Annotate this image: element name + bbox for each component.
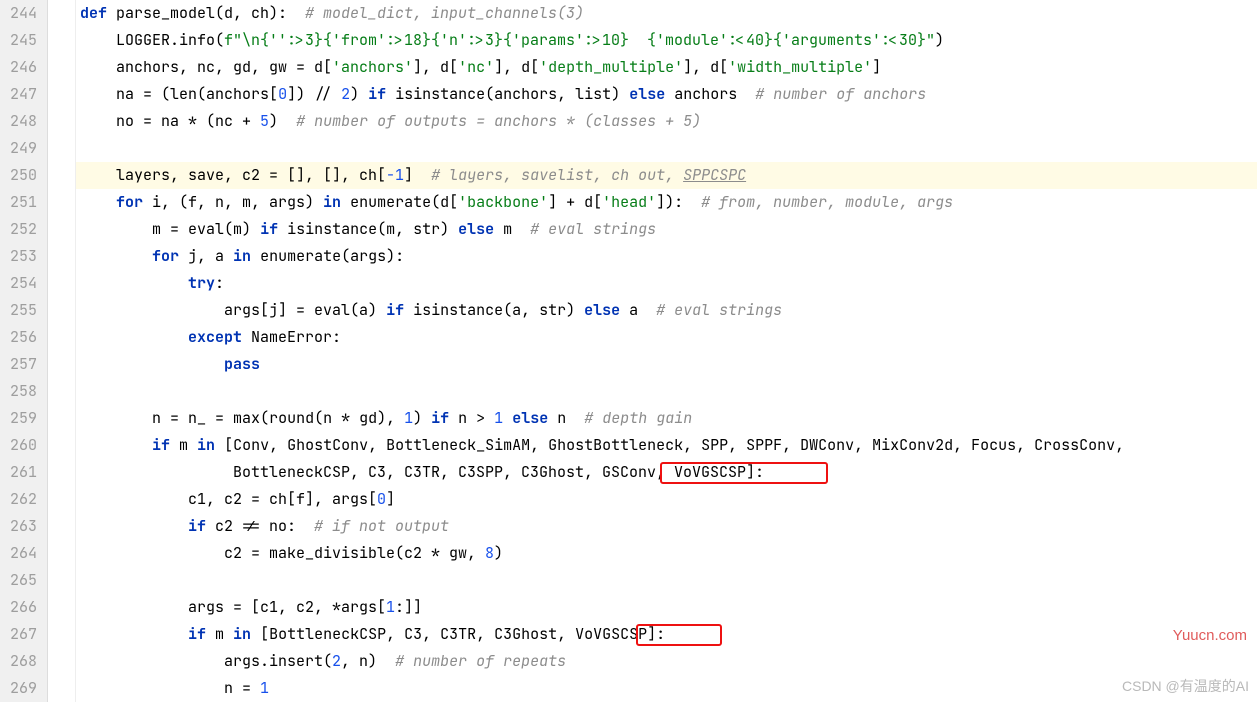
- code-line[interactable]: no = na * (nc + 5) # number of outputs =…: [76, 108, 1257, 135]
- line-number[interactable]: 264: [6, 540, 37, 567]
- line-number[interactable]: 265: [6, 567, 37, 594]
- code-line[interactable]: for j, a in enumerate(args):: [76, 243, 1257, 270]
- line-number[interactable]: 244: [6, 0, 37, 27]
- watermark-yuucn: Yuucn.com: [1173, 622, 1247, 649]
- line-number[interactable]: 255: [6, 297, 37, 324]
- code-line[interactable]: if m in [Conv, GhostConv, Bottleneck_Sim…: [76, 432, 1257, 459]
- line-number[interactable]: 267: [6, 621, 37, 648]
- code-line[interactable]: try:: [76, 270, 1257, 297]
- line-number[interactable]: 257: [6, 351, 37, 378]
- line-number[interactable]: 258: [6, 378, 37, 405]
- line-number[interactable]: 252: [6, 216, 37, 243]
- code-line[interactable]: BottleneckCSP, C3, C3TR, C3SPP, C3Ghost,…: [76, 459, 1257, 486]
- line-number[interactable]: 253: [6, 243, 37, 270]
- code-line[interactable]: args.insert(2, n) # number of repeats: [76, 648, 1257, 675]
- code-line[interactable]: [76, 135, 1257, 162]
- code-line[interactable]: except NameError:: [76, 324, 1257, 351]
- code-line[interactable]: c2 = make_divisible(c2 * gw, 8): [76, 540, 1257, 567]
- line-number[interactable]: 246: [6, 54, 37, 81]
- code-line[interactable]: c1, c2 = ch[f], args[0]: [76, 486, 1257, 513]
- code-line[interactable]: [76, 567, 1257, 594]
- code-line[interactable]: pass: [76, 351, 1257, 378]
- code-line[interactable]: [76, 378, 1257, 405]
- code-line[interactable]: layers, save, c2 = [], [], ch[-1] # laye…: [76, 162, 1257, 189]
- code-line[interactable]: n = n_ = max(round(n * gd), 1) if n > 1 …: [76, 405, 1257, 432]
- code-line[interactable]: m = eval(m) if isinstance(m, str) else m…: [76, 216, 1257, 243]
- line-number[interactable]: 256: [6, 324, 37, 351]
- line-number-gutter[interactable]: 2442452462472482492502512522532542552562…: [0, 0, 48, 702]
- code-line[interactable]: na = (len(anchors[0]) // 2) if isinstanc…: [76, 81, 1257, 108]
- line-number[interactable]: 248: [6, 108, 37, 135]
- code-line[interactable]: for i, (f, n, m, args) in enumerate(d['b…: [76, 189, 1257, 216]
- code-editor[interactable]: 2442452462472482492502512522532542552562…: [0, 0, 1257, 702]
- line-number[interactable]: 249: [6, 135, 37, 162]
- line-number[interactable]: 260: [6, 432, 37, 459]
- line-number[interactable]: 262: [6, 486, 37, 513]
- code-line[interactable]: def parse_model(d, ch): # model_dict, in…: [76, 0, 1257, 27]
- line-number[interactable]: 250: [6, 162, 37, 189]
- line-number[interactable]: 251: [6, 189, 37, 216]
- fold-column[interactable]: [48, 0, 76, 702]
- code-line[interactable]: n = 1: [76, 675, 1257, 702]
- code-line[interactable]: if c2 != no: # if not output: [76, 513, 1257, 540]
- code-line[interactable]: args[j] = eval(a) if isinstance(a, str) …: [76, 297, 1257, 324]
- code-line[interactable]: args = [c1, c2, *args[1:]]: [76, 594, 1257, 621]
- line-number[interactable]: 254: [6, 270, 37, 297]
- line-number[interactable]: 245: [6, 27, 37, 54]
- line-number[interactable]: 269: [6, 675, 37, 702]
- line-number[interactable]: 261: [6, 459, 37, 486]
- code-line[interactable]: LOGGER.info(f"\n{'':>3}{'from':>18}{'n':…: [76, 27, 1257, 54]
- code-area[interactable]: def parse_model(d, ch): # model_dict, in…: [76, 0, 1257, 702]
- watermark-csdn: CSDN @有温度的AI: [1122, 673, 1249, 700]
- line-number[interactable]: 247: [6, 81, 37, 108]
- line-number[interactable]: 268: [6, 648, 37, 675]
- line-number[interactable]: 263: [6, 513, 37, 540]
- line-number[interactable]: 259: [6, 405, 37, 432]
- code-line[interactable]: anchors, nc, gd, gw = d['anchors'], d['n…: [76, 54, 1257, 81]
- code-line[interactable]: if m in [BottleneckCSP, C3, C3TR, C3Ghos…: [76, 621, 1257, 648]
- line-number[interactable]: 266: [6, 594, 37, 621]
